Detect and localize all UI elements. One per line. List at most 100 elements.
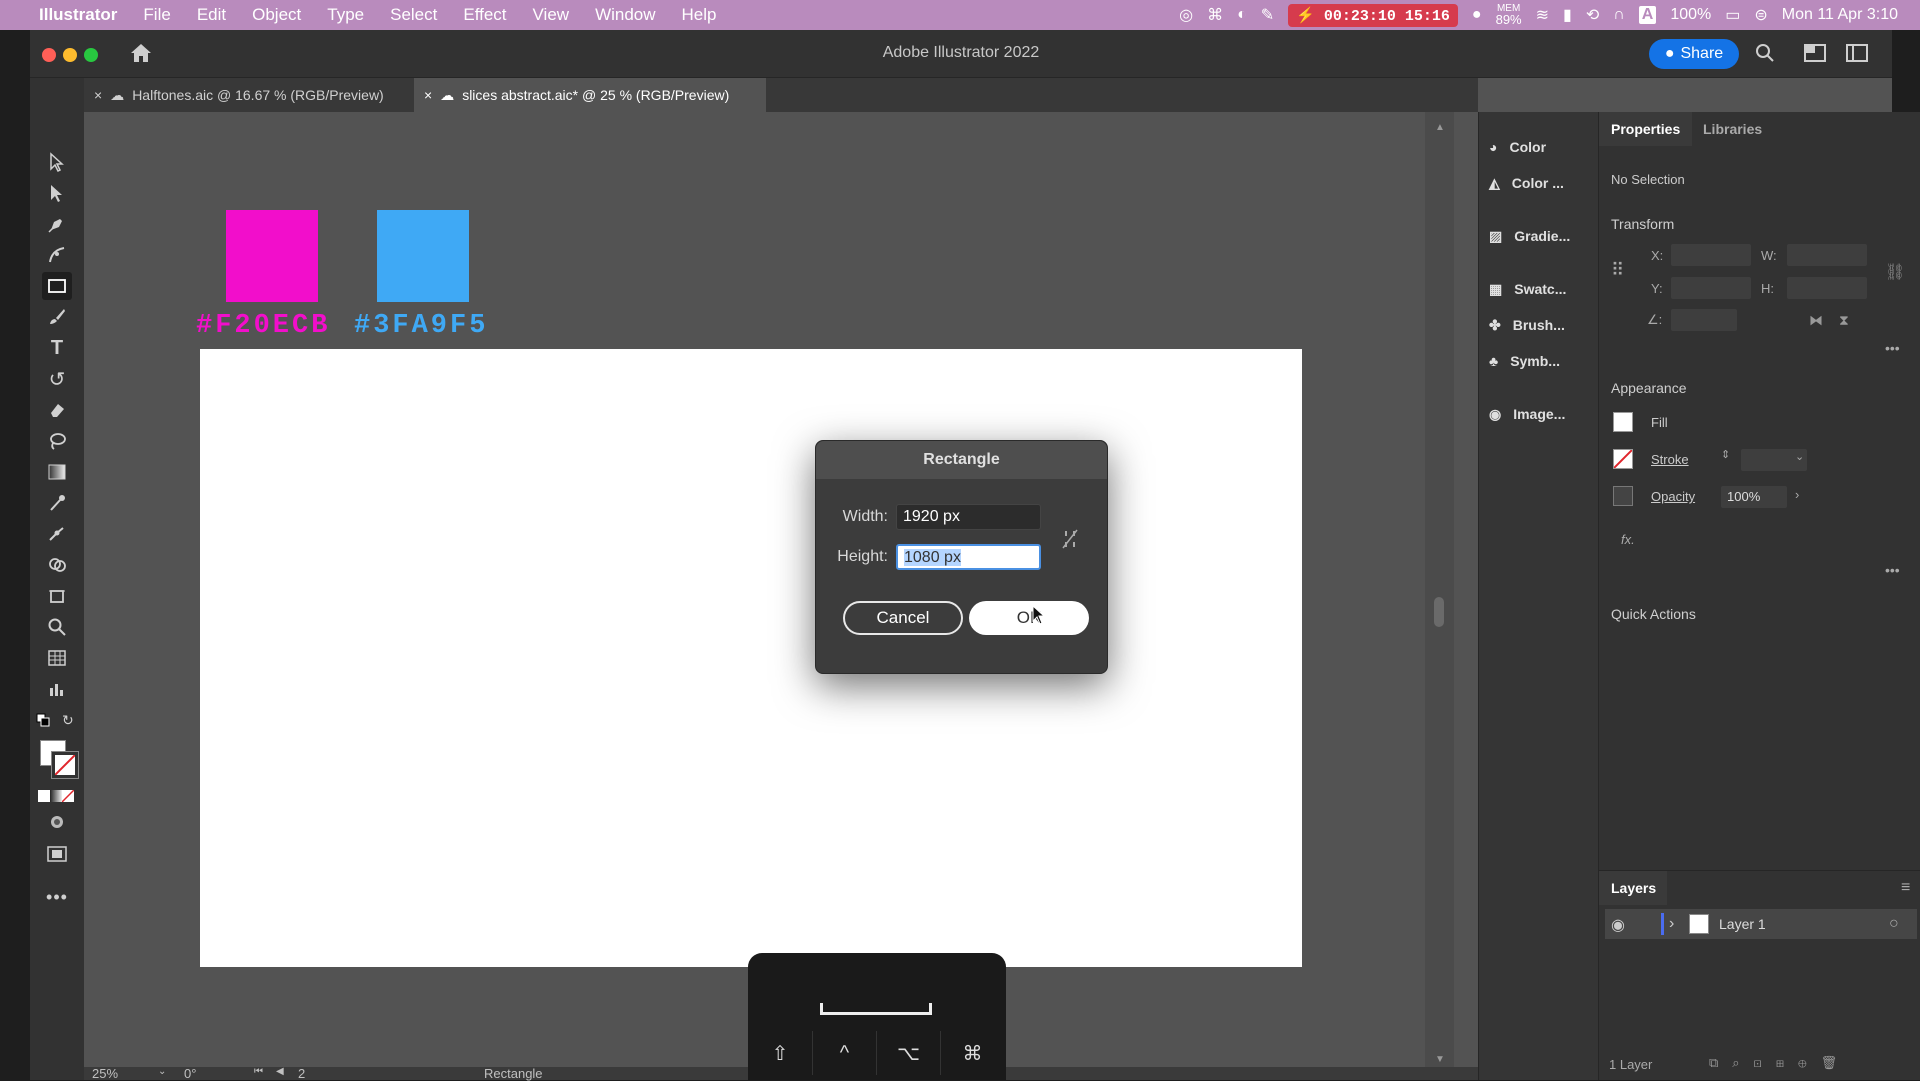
scrollbar-thumb[interactable]	[1434, 597, 1444, 627]
constrain-proportions-icon[interactable]	[1060, 528, 1080, 550]
x-field[interactable]	[1671, 244, 1751, 266]
stroke-color-swatch[interactable]	[51, 751, 79, 779]
workspace-switcher-icon[interactable]	[1846, 44, 1868, 62]
scroll-up-icon[interactable]: ▲	[1435, 122, 1445, 133]
pen-tool-icon[interactable]	[42, 210, 72, 238]
scroll-down-icon[interactable]: ▼	[1435, 1054, 1445, 1065]
menu-window[interactable]: Window	[582, 5, 668, 25]
more-tools-icon[interactable]: •••	[42, 883, 72, 911]
layers-title[interactable]: Layers	[1599, 871, 1667, 905]
stroke-swatch[interactable]	[1613, 449, 1633, 469]
direct-selection-tool-icon[interactable]	[42, 179, 72, 207]
none-mode-icon[interactable]	[62, 790, 74, 802]
symbols-panel-button[interactable]: ♣ Symb...	[1489, 346, 1560, 376]
tab-halftones[interactable]: × ☁ Halftones.aic @ 16.67 % (RGB/Preview…	[84, 78, 414, 112]
rotation-value[interactable]: 0°	[184, 1066, 196, 1081]
layer-target-icon[interactable]: ○	[1889, 915, 1899, 933]
width-input[interactable]: 1920 px	[896, 504, 1041, 530]
gradient-tool-icon[interactable]	[42, 458, 72, 486]
height-input[interactable]: 1080 px	[896, 544, 1041, 570]
first-artboard-icon[interactable]: ⏮	[254, 1066, 263, 1077]
battery-percent[interactable]: 100%	[1670, 6, 1711, 24]
canvas-area[interactable]: #F20ECB #3FA9F5	[84, 112, 1454, 1075]
layers-menu-icon[interactable]: ≡	[1901, 879, 1910, 897]
prev-artboard-icon[interactable]: ◀	[276, 1066, 284, 1077]
menu-edit[interactable]: Edit	[184, 5, 239, 25]
blue-swatch[interactable]	[377, 210, 469, 302]
graph-tool-icon[interactable]	[42, 644, 72, 672]
more-appearance-icon[interactable]: •••	[1885, 562, 1900, 578]
menu-type[interactable]: Type	[314, 5, 377, 25]
zoom-tool-icon[interactable]	[42, 613, 72, 641]
datetime[interactable]: Mon 11 Apr 3:10	[1782, 6, 1898, 24]
stroke-dropdown-icon[interactable]: ⌄	[1795, 450, 1804, 463]
cancel-button[interactable]: Cancel	[843, 601, 963, 635]
current-tool-name[interactable]: Rectangle	[484, 1066, 543, 1081]
control-center-icon[interactable]: ⊜	[1754, 5, 1767, 25]
magenta-hex-label[interactable]: #F20ECB	[196, 311, 330, 341]
recording-timer[interactable]: ⚡ 00:23:10 15:16	[1288, 3, 1458, 27]
puppet-warp-tool-icon[interactable]	[42, 520, 72, 548]
tab-libraries[interactable]: Libraries	[1691, 112, 1774, 146]
creative-cloud-icon[interactable]: ◎	[1179, 5, 1193, 25]
tab-slices-abstract[interactable]: × ☁ slices abstract.aic* @ 25 % (RGB/Pre…	[414, 78, 766, 112]
ok-button[interactable]: OK	[969, 601, 1089, 635]
wifi-icon[interactable]: ≋	[1536, 5, 1549, 25]
more-transform-icon[interactable]: •••	[1885, 340, 1900, 356]
chrome-icon[interactable]: ●	[1472, 6, 1482, 24]
magenta-swatch[interactable]	[226, 210, 318, 302]
eraser-tool-icon[interactable]	[42, 396, 72, 424]
menu-object[interactable]: Object	[239, 5, 314, 25]
menu-file[interactable]: File	[130, 5, 183, 25]
layer-name[interactable]: Layer 1	[1719, 916, 1766, 932]
dock-app-icon[interactable]: ◐	[1237, 6, 1247, 24]
flip-vertical-icon[interactable]: ⧗	[1839, 312, 1849, 329]
layer-actions-icon[interactable]: ⧉⌕⊡⊞⊕🗑	[1709, 1055, 1851, 1071]
eyedropper-tool-icon[interactable]	[42, 489, 72, 517]
shape-builder-tool-icon[interactable]	[42, 551, 72, 579]
opacity-field[interactable]: 100%	[1721, 486, 1787, 508]
menu-help[interactable]: Help	[669, 5, 730, 25]
brushes-panel-button[interactable]: ✤ Brush...	[1489, 310, 1565, 340]
memory-indicator[interactable]: MEM 89%	[1496, 3, 1522, 27]
expand-layer-icon[interactable]: ›	[1669, 915, 1674, 933]
opacity-arrow-icon[interactable]: ›	[1795, 487, 1799, 502]
gradient-panel-button[interactable]: ▨ Gradie...	[1489, 221, 1570, 251]
artboard-tool-icon[interactable]	[42, 582, 72, 610]
stroke-stepper-icon[interactable]: ⇕	[1721, 448, 1730, 461]
swap-colors-icon[interactable]: ↻	[62, 712, 74, 729]
type-tool-icon[interactable]: T	[42, 334, 72, 362]
link-dimensions-icon[interactable]: ⛓	[1885, 262, 1905, 282]
swatches-panel-button[interactable]: ▦ Swatc...	[1489, 274, 1566, 304]
close-tab-icon[interactable]: ×	[424, 87, 432, 103]
paintbrush-tool-icon[interactable]	[42, 303, 72, 331]
zoom-level[interactable]: 25%	[92, 1066, 118, 1081]
selection-tool-icon[interactable]	[42, 148, 72, 176]
screen-mode-icon[interactable]	[42, 840, 72, 868]
flip-horizontal-icon[interactable]: ⧓	[1809, 312, 1823, 329]
zoom-dropdown-icon[interactable]: ⌄	[158, 1066, 166, 1077]
artboard[interactable]	[200, 349, 1302, 967]
image-trace-panel-button[interactable]: ◉ Image...	[1489, 399, 1565, 429]
pen-status-icon[interactable]: ✎	[1261, 5, 1274, 25]
rectangle-tool-icon[interactable]	[42, 272, 72, 300]
opacity-label[interactable]: Opacity	[1651, 489, 1695, 504]
rotate-tool-icon[interactable]: ↺	[42, 365, 72, 393]
curvature-tool-icon[interactable]	[42, 241, 72, 269]
menu-select[interactable]: Select	[377, 5, 450, 25]
sync-icon[interactable]: ⟲	[1586, 5, 1599, 25]
column-graph-tool-icon[interactable]	[42, 675, 72, 703]
search-icon[interactable]	[1754, 42, 1776, 64]
fill-swatch[interactable]	[1613, 412, 1633, 432]
color-mode-icon[interactable]	[38, 790, 50, 802]
arrange-documents-icon[interactable]	[1804, 44, 1826, 62]
gradient-mode-icon[interactable]	[50, 790, 62, 802]
menu-app-name[interactable]: Illustrator	[26, 5, 130, 25]
artboard-number[interactable]: 2	[298, 1066, 305, 1081]
lasso-tool-icon[interactable]	[42, 427, 72, 455]
color-guide-panel-button[interactable]: ◭ Color ...	[1489, 168, 1564, 198]
draw-mode-icon[interactable]	[42, 808, 72, 836]
w-field[interactable]	[1787, 244, 1867, 266]
headphones-icon[interactable]: ∩	[1613, 6, 1625, 24]
close-tab-icon[interactable]: ×	[94, 87, 102, 103]
